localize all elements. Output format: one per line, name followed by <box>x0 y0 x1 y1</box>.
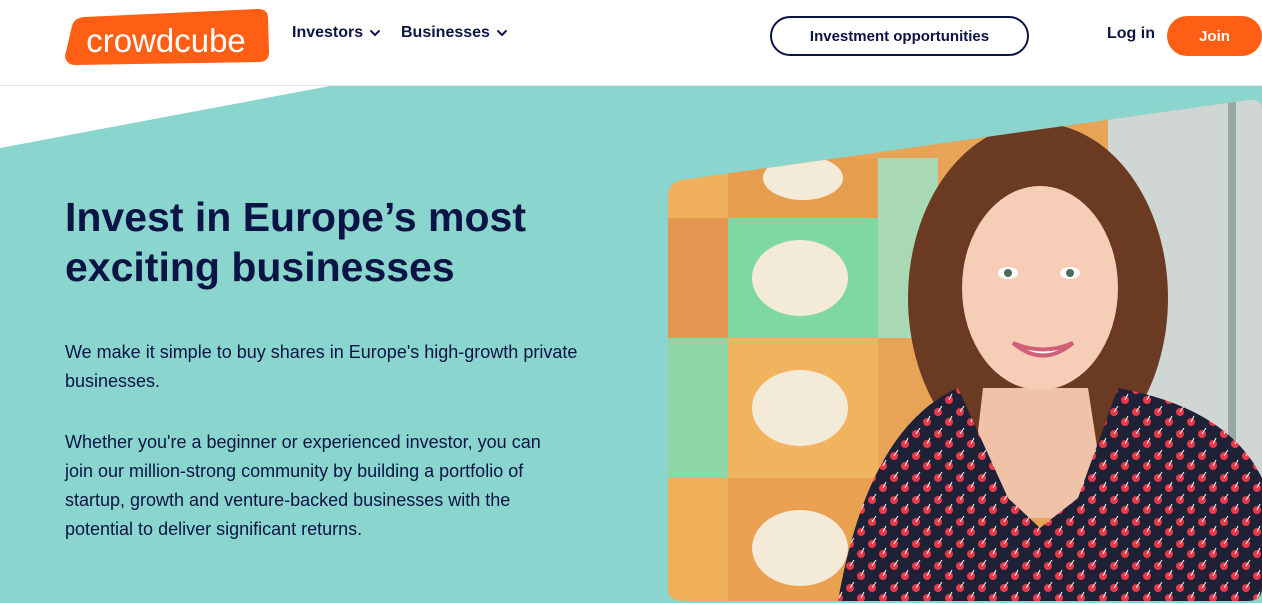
nav-businesses[interactable]: Businesses <box>401 24 508 42</box>
join-button[interactable]: Join <box>1167 16 1262 56</box>
crowdcube-logo[interactable]: crowdcube <box>62 8 270 66</box>
nav-investors[interactable]: Investors <box>292 24 381 42</box>
chevron-down-icon <box>370 30 381 37</box>
hero-photo <box>668 99 1262 601</box>
nav-businesses-label: Businesses <box>401 24 490 41</box>
hero-paragraph-community: Whether you're a beginner or experienced… <box>65 432 541 539</box>
logo-text: crowdcube <box>86 22 246 59</box>
login-link[interactable]: Log in <box>1107 25 1155 43</box>
site-header: crowdcube Investors Businesses Investmen… <box>0 0 1262 86</box>
hero-paragraph-intro: We make it simple to buy shares in Europ… <box>65 342 578 391</box>
hero-title: Invest in Europe’s most exciting busines… <box>65 194 526 290</box>
investment-opportunities-button[interactable]: Investment opportunities <box>770 16 1029 56</box>
chevron-down-icon <box>496 30 507 37</box>
nav-investors-label: Investors <box>292 24 364 41</box>
